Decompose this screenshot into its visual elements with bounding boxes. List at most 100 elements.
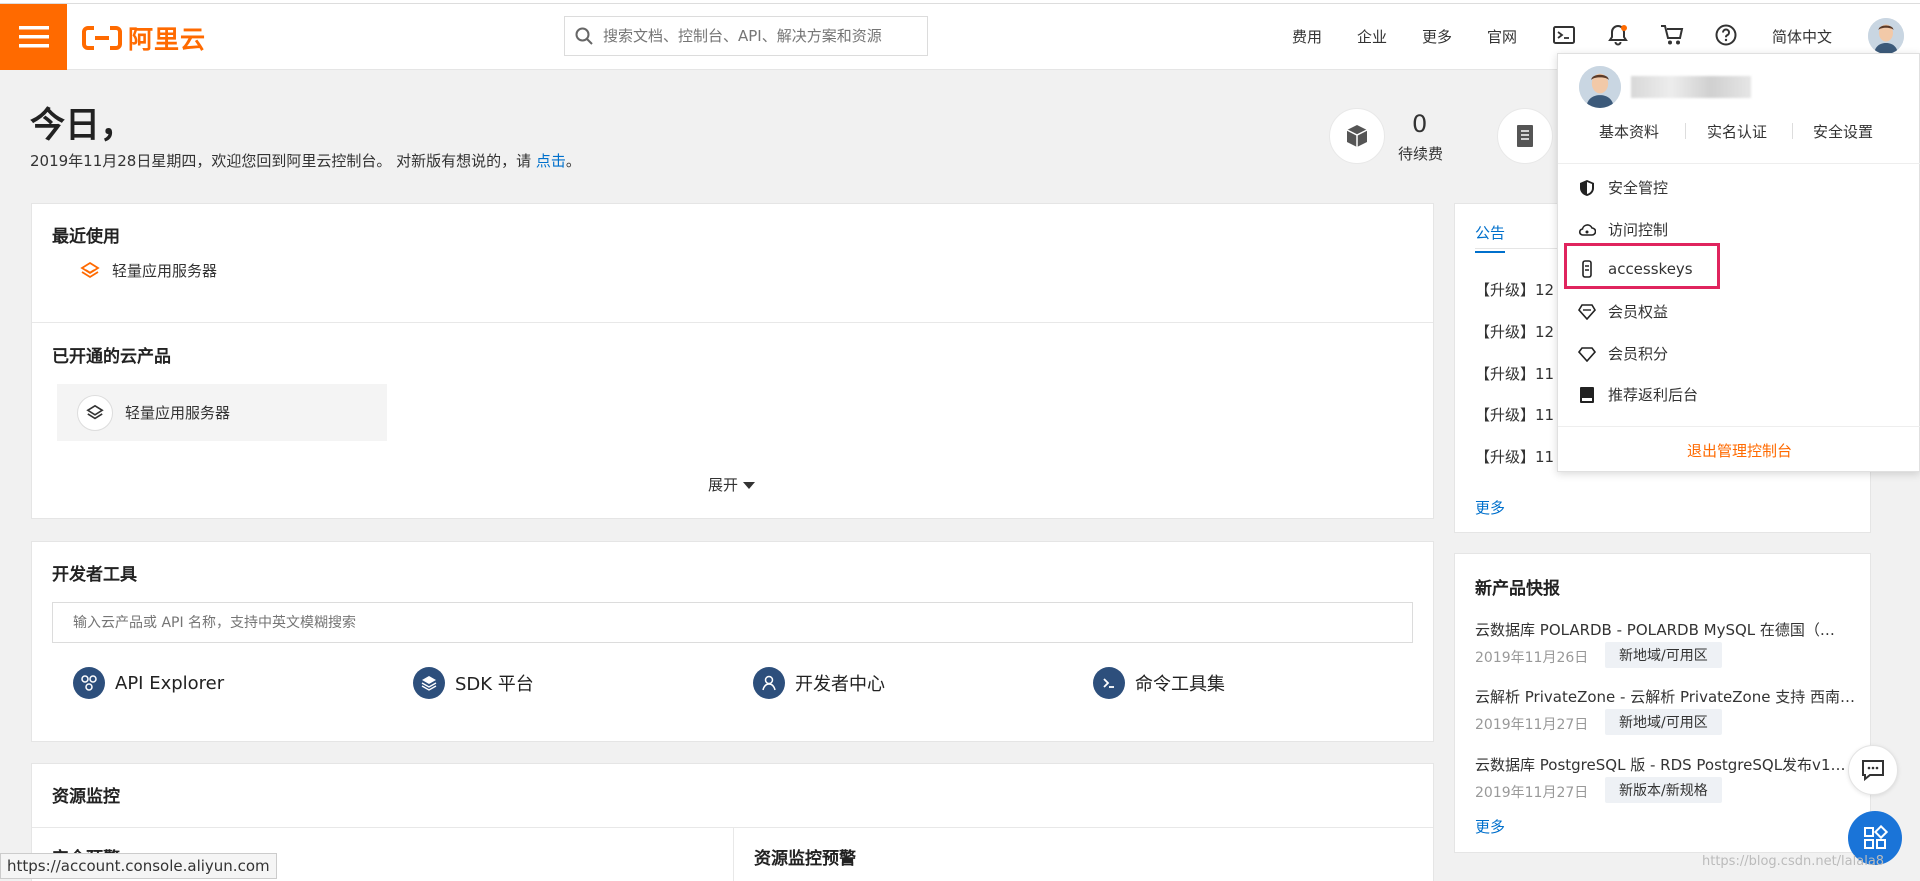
caret-down-icon: [742, 482, 755, 489]
products-card: 最近使用 轻量应用服务器 已开通的云产品 轻量应用服务器 展开: [31, 203, 1434, 519]
search-input[interactable]: [603, 27, 903, 45]
api-explorer-label: API Explorer: [115, 672, 225, 694]
menu-item-label: 访问控制: [1608, 221, 1669, 239]
announcement-more-link[interactable]: 更多: [1475, 497, 1505, 518]
announcement-item[interactable]: 【升级】12: [1475, 321, 1554, 342]
real-name-auth-link[interactable]: 实名认证: [1707, 121, 1767, 142]
security-settings-link[interactable]: 安全设置: [1813, 121, 1873, 142]
lightweight-server-icon: [80, 261, 100, 278]
gem-icon: [1578, 345, 1596, 363]
link-separator: [1792, 123, 1793, 139]
recent-item-lightweight-server[interactable]: 轻量应用服务器: [80, 260, 217, 281]
watermark-text: https://blog.csdn.net/lalala8: [1702, 854, 1885, 869]
new-product-tag: 新地域/可用区: [1605, 642, 1722, 668]
menu-icon: [18, 26, 49, 48]
menu-item-referral-rebate[interactable]: 推荐返利后台: [1578, 384, 1698, 405]
terminal-icon[interactable]: [1553, 24, 1575, 50]
developer-search-input[interactable]: [52, 602, 1413, 643]
nav-official-site[interactable]: 官网: [1487, 26, 1517, 47]
sdk-platform-link[interactable]: SDK 平台: [413, 667, 534, 699]
new-product-tag: 新版本/新规格: [1605, 777, 1722, 803]
monitor-alert-title: 资源监控预警: [754, 849, 856, 869]
announcement-item[interactable]: 【升级】11: [1475, 404, 1554, 425]
developer-tools-title: 开发者工具: [52, 565, 137, 585]
user-account-dropdown: 基本资料 实名认证 安全设置 安全管控 访问控制 accesskeys 会员权益…: [1557, 53, 1920, 472]
welcome-subtitle: 2019年11月28日星期四，欢迎您回到阿里云控制台。 对新版有想说的，请 点击…: [30, 150, 581, 171]
cart-icon[interactable]: [1660, 24, 1684, 50]
nav-fees[interactable]: 费用: [1292, 26, 1322, 47]
developer-center-link[interactable]: 开发者中心: [753, 667, 885, 699]
nav-more[interactable]: 更多: [1422, 26, 1452, 47]
link-separator: [1685, 123, 1686, 139]
redacted-username: [1631, 76, 1751, 98]
feedback-link[interactable]: 点击: [536, 152, 566, 170]
new-product-title[interactable]: 云解析 PrivateZone - 云解析 PrivateZone 支持 西南…: [1475, 686, 1855, 707]
welcome-title: 今日，: [30, 106, 136, 146]
renewal-stat-icon-wrap[interactable]: [1329, 108, 1385, 164]
aliyun-logo[interactable]: 阿里云: [82, 18, 206, 58]
new-product-date: 2019年11月26日: [1475, 650, 1589, 666]
card-divider: [32, 322, 1433, 323]
aliyun-logo-icon: [82, 26, 122, 50]
announcement-item[interactable]: 【升级】12: [1475, 279, 1554, 300]
feedback-chat-button[interactable]: [1848, 745, 1898, 795]
announcement-item[interactable]: 【升级】11: [1475, 446, 1554, 467]
dropdown-divider: [1558, 163, 1920, 164]
new-products-more-link[interactable]: 更多: [1475, 816, 1505, 837]
new-products-title: 新产品快报: [1475, 579, 1560, 599]
logo-text: 阿里云: [128, 25, 207, 54]
cloud-icon: [1578, 221, 1596, 239]
order-stat-icon-wrap[interactable]: [1497, 108, 1553, 164]
apps-grid-icon: [1864, 825, 1888, 849]
cli-tools-link[interactable]: 命令工具集: [1093, 667, 1225, 699]
menu-item-member-points[interactable]: 会员积分: [1578, 343, 1668, 364]
column-divider: [733, 827, 734, 881]
welcome-subtitle-text: 2019年11月28日星期四，欢迎您回到阿里云控制台。 对新版有想说的，请: [30, 152, 536, 170]
menu-item-label: 推荐返利后台: [1608, 386, 1699, 404]
notification-bell-icon[interactable]: [1607, 24, 1629, 50]
browser-status-url: https://account.console.aliyun.com: [0, 853, 277, 879]
global-search[interactable]: [564, 16, 928, 56]
menu-item-label: 会员权益: [1608, 303, 1669, 321]
user-avatar[interactable]: [1868, 18, 1904, 54]
developer-center-icon: [753, 667, 785, 699]
new-product-date: 2019年11月27日: [1475, 717, 1589, 733]
welcome-subtitle-suffix: 。: [565, 152, 581, 170]
api-explorer-link[interactable]: API Explorer: [73, 667, 224, 699]
menu-item-security-control[interactable]: 安全管控: [1578, 177, 1668, 198]
developer-tools-card: 开发者工具 API Explorer SDK 平台 开发者中心 命令工具集: [31, 541, 1434, 742]
sdk-platform-label: SDK 平台: [455, 674, 534, 695]
expand-label: 展开: [708, 476, 739, 494]
new-product-title[interactable]: 云数据库 PostgreSQL 版 - RDS PostgreSQL发布v1…: [1475, 754, 1855, 775]
basic-profile-link[interactable]: 基本资料: [1599, 121, 1659, 142]
menu-item-label: 会员积分: [1608, 345, 1669, 363]
hamburger-menu-button[interactable]: [0, 4, 67, 70]
opened-product-lightweight-server[interactable]: 轻量应用服务器: [57, 384, 387, 441]
menu-item-access-control[interactable]: 访问控制: [1578, 219, 1668, 240]
dropdown-divider: [1558, 426, 1920, 427]
language-switcher[interactable]: 简体中文: [1772, 26, 1832, 47]
expand-button[interactable]: 展开: [708, 474, 755, 495]
help-icon[interactable]: [1715, 24, 1737, 50]
shield-icon: [1578, 179, 1596, 197]
menu-item-label: 安全管控: [1608, 179, 1669, 197]
dropdown-avatar: [1579, 66, 1621, 108]
document-icon: [1517, 125, 1533, 147]
new-product-tag: 新地域/可用区: [1605, 709, 1722, 735]
recent-title: 最近使用: [52, 227, 120, 247]
opened-products-title: 已开通的云产品: [52, 347, 171, 367]
announcement-item[interactable]: 【升级】11: [1475, 363, 1554, 384]
logout-button[interactable]: 退出管理控制台: [1558, 440, 1920, 461]
menu-item-member-benefits[interactable]: 会员权益: [1578, 301, 1668, 322]
developer-center-label: 开发者中心: [795, 674, 885, 695]
new-product-date: 2019年11月27日: [1475, 785, 1589, 801]
layers-icon: [413, 667, 445, 699]
renewal-label: 待续费: [1398, 145, 1444, 163]
box-icon: [1346, 125, 1368, 147]
renewal-count[interactable]: 0: [1412, 110, 1427, 138]
terminal-prompt-icon: [1093, 667, 1125, 699]
book-icon: [1578, 386, 1596, 404]
new-product-title[interactable]: 云数据库 POLARDB - POLARDB MySQL 在德国（…: [1475, 619, 1855, 640]
new-products-card: 新产品快报 云数据库 POLARDB - POLARDB MySQL 在德国（……: [1454, 553, 1871, 853]
nav-enterprise[interactable]: 企业: [1357, 26, 1387, 47]
